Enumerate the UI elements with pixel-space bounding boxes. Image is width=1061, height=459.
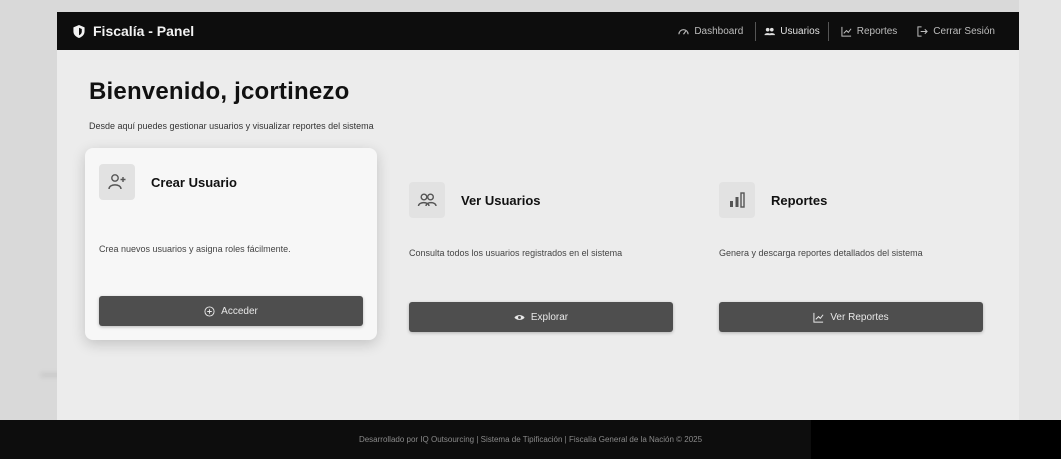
ver-reportes-button[interactable]: Ver Reportes — [719, 302, 983, 332]
brand-title: Fiscalía - Panel — [93, 23, 195, 39]
button-label: Acceder — [221, 305, 258, 317]
footer-dark-block — [811, 420, 1061, 459]
nav-link-label: Reportes — [856, 25, 898, 37]
user-plus-icon — [108, 174, 126, 190]
brand[interactable]: Fiscalía - Panel — [73, 23, 194, 39]
card-title: Crear Usuario — [151, 174, 237, 190]
acceder-button[interactable]: Acceder — [99, 296, 363, 326]
nav-links: Dashboard Usuarios Reportes Cerrar Sesió… — [670, 21, 1003, 41]
card-description: Consulta todos los usuarios registrados … — [409, 248, 623, 258]
card-description: Genera y descarga reportes detallados de… — [719, 248, 923, 258]
top-navbar: Fiscalía - Panel Dashboard Usuarios Repo… — [57, 12, 1019, 50]
card-title: Ver Usuarios — [461, 192, 541, 208]
nav-link-label: Usuarios — [780, 25, 820, 37]
card-crear-usuario: Crear Usuario Crea nuevos usuarios y asi… — [85, 148, 377, 340]
card-title: Reportes — [771, 192, 828, 208]
button-label: Explorar — [530, 311, 569, 323]
users-group-icon — [417, 193, 437, 207]
footer: Desarrollado por IQ Outsourcing | Sistem… — [0, 420, 1061, 459]
nav-link-dashboard[interactable]: Dashboard — [670, 22, 751, 41]
page-title: Bienvenido, jcortinezo — [89, 78, 350, 105]
footer-text: Desarrollado por IQ Outsourcing | Sistem… — [358, 435, 703, 444]
card-description: Crea nuevos usuarios y asigna roles fáci… — [99, 244, 291, 254]
nav-link-label: Dashboard — [694, 25, 744, 37]
page-subtitle: Desde aquí puedes gestionar usuarios y v… — [89, 121, 374, 131]
nav-link-usuarios[interactable]: Usuarios — [755, 21, 829, 41]
card-icon-box — [99, 164, 135, 200]
plus-circle-icon — [204, 305, 215, 317]
nav-link-label: Cerrar Sesión — [933, 25, 995, 37]
eye-icon — [514, 314, 525, 320]
users-icon — [764, 27, 776, 35]
card-icon-box — [409, 182, 445, 218]
chart-line-icon — [813, 312, 824, 323]
button-label: Ver Reportes — [830, 311, 889, 323]
card-ver-usuarios: Ver Usuarios Consulta todos los usuarios… — [395, 162, 673, 342]
card-icon-box — [719, 182, 755, 218]
dashboard-icon — [678, 28, 689, 35]
explorar-button[interactable]: Explorar — [409, 302, 673, 332]
card-reportes: Reportes Genera y descarga reportes deta… — [705, 162, 983, 342]
nav-link-reportes[interactable]: Reportes — [833, 22, 906, 41]
logout-icon — [917, 25, 929, 37]
page-scroll-gutter — [1019, 0, 1061, 420]
bar-chart-icon — [730, 192, 745, 208]
shield-icon — [73, 24, 85, 38]
chart-line-icon — [841, 26, 852, 37]
nav-link-logout[interactable]: Cerrar Sesión — [909, 22, 1003, 41]
main-content: Bienvenido, jcortinezo Desde aquí puedes… — [57, 50, 1019, 420]
